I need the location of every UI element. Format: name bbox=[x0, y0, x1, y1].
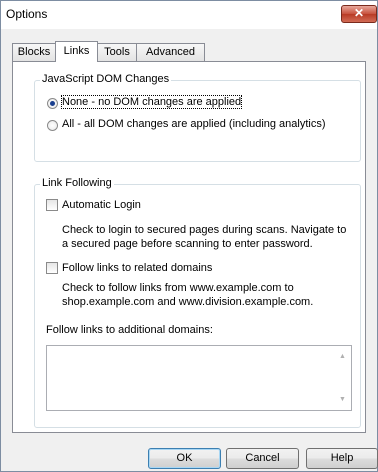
link-following-group-label: Link Following bbox=[40, 177, 114, 189]
automatic-login-checkbox[interactable] bbox=[46, 199, 58, 211]
links-tab-panel: JavaScript DOM Changes None - no DOM cha… bbox=[12, 61, 366, 433]
tab-tools-label: Tools bbox=[104, 46, 130, 58]
tab-advanced-label: Advanced bbox=[146, 46, 195, 58]
tab-blocks[interactable]: Blocks bbox=[12, 43, 56, 61]
additional-domains-label: Follow links to additional domains: bbox=[46, 324, 213, 336]
help-button-label: Help bbox=[330, 452, 354, 464]
cancel-button-label: Cancel bbox=[245, 452, 280, 464]
radio-none-label[interactable]: None - no DOM changes are applied bbox=[60, 95, 243, 109]
tab-advanced[interactable]: Advanced bbox=[136, 43, 205, 61]
scroll-up-arrow-icon[interactable]: ▲ bbox=[334, 348, 351, 365]
tab-tools[interactable]: Tools bbox=[97, 43, 137, 61]
related-domains-desc-line-1: Check to follow links from www.example.c… bbox=[62, 282, 294, 294]
help-button[interactable]: Help bbox=[306, 448, 378, 469]
automatic-login-desc-line-1: Check to login to secured pages during s… bbox=[62, 224, 347, 236]
close-button[interactable]: ✕ bbox=[341, 5, 377, 23]
radio-none[interactable] bbox=[47, 98, 58, 109]
js-dom-changes-group-label: JavaScript DOM Changes bbox=[40, 73, 172, 85]
additional-domains-textarea[interactable]: ▲ ▼ bbox=[46, 345, 352, 411]
ok-button-label: OK bbox=[176, 452, 193, 464]
scroll-down-arrow-icon[interactable]: ▼ bbox=[334, 391, 351, 408]
related-domains-desc-line-2: shop.example.com and www.division.exampl… bbox=[62, 296, 314, 308]
tab-links[interactable]: Links bbox=[55, 41, 98, 62]
tab-blocks-label: Blocks bbox=[17, 46, 51, 58]
related-domains-label[interactable]: Follow links to related domains bbox=[62, 262, 212, 274]
ok-button[interactable]: OK bbox=[148, 448, 221, 469]
automatic-login-description: Check to login to secured pages during s… bbox=[62, 223, 346, 251]
radio-all[interactable] bbox=[47, 120, 58, 131]
automatic-login-label[interactable]: Automatic Login bbox=[62, 199, 141, 211]
related-domains-checkbox[interactable] bbox=[46, 262, 58, 274]
automatic-login-desc-line-2: a secured page before scanning to enter … bbox=[62, 238, 313, 250]
cancel-button[interactable]: Cancel bbox=[226, 448, 299, 469]
options-dialog: Options ✕ Blocks Links Tools Advanced Ja… bbox=[0, 0, 378, 472]
tab-links-label: Links bbox=[63, 45, 90, 57]
close-icon: ✕ bbox=[353, 6, 365, 20]
radio-all-label[interactable]: All - all DOM changes are applied (inclu… bbox=[62, 118, 326, 130]
dialog-title: Options bbox=[6, 7, 48, 21]
title-bar: Options ✕ bbox=[1, 1, 377, 29]
textarea-scrollbar[interactable]: ▲ ▼ bbox=[334, 346, 351, 410]
related-domains-description: Check to follow links from www.example.c… bbox=[62, 281, 313, 309]
